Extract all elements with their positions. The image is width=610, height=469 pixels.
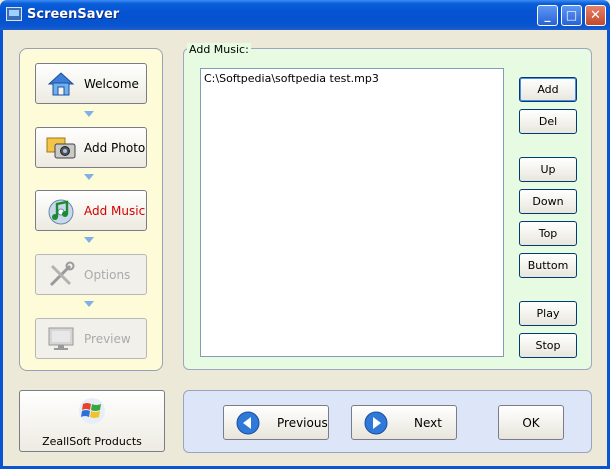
music-cd-icon — [48, 199, 74, 225]
minimize-button[interactable]: _ — [537, 5, 558, 26]
flow-arrow-icon — [84, 174, 94, 180]
zeallsoft-products-button[interactable]: ZeallSoft Products — [19, 390, 165, 452]
ok-label: OK — [522, 416, 540, 430]
app-window: ScreenSaver _ □ ✕ Welcome Add Photo Add … — [0, 0, 610, 469]
nav-add-music-label: Add Music — [84, 204, 146, 218]
nav-welcome-button[interactable]: Welcome — [35, 63, 147, 104]
nav-add-photo-label: Add Photo — [84, 141, 146, 155]
nav-preview-label: Preview — [84, 332, 131, 346]
windows-logo-icon — [79, 398, 105, 424]
window-border-left — [0, 30, 3, 469]
monitor-icon — [48, 327, 74, 350]
nav-add-music-button[interactable]: Add Music — [35, 190, 147, 231]
nav-add-photo-button[interactable]: Add Photo — [35, 127, 147, 168]
arrow-left-icon — [236, 411, 260, 435]
flow-arrow-icon — [84, 237, 94, 243]
next-button[interactable]: Next — [351, 405, 457, 440]
music-file-list[interactable]: C:\Softpedia\softpedia test.mp3 — [200, 68, 504, 357]
nav-preview-button[interactable]: Preview — [35, 318, 147, 359]
previous-button[interactable]: Previous — [223, 405, 329, 440]
camera-icon — [46, 137, 76, 159]
previous-label: Previous — [277, 416, 328, 430]
nav-welcome-label: Welcome — [84, 77, 139, 91]
maximize-button[interactable]: □ — [561, 5, 582, 26]
tools-icon — [49, 261, 75, 287]
list-item[interactable]: C:\Softpedia\softpedia test.mp3 — [204, 72, 379, 85]
nav-options-label: Options — [84, 268, 131, 282]
add-music-group: Add Music: C:\Softpedia\softpedia test.m… — [183, 43, 592, 370]
title-bar[interactable]: ScreenSaver _ □ ✕ — [0, 0, 610, 30]
up-button[interactable]: Up — [519, 157, 577, 182]
navigation-panel: Welcome Add Photo Add Music Options Prev… — [19, 48, 163, 371]
flow-arrow-icon — [84, 111, 94, 117]
window-title: ScreenSaver — [27, 7, 120, 22]
house-icon — [47, 72, 75, 96]
app-icon — [6, 7, 22, 21]
nav-options-button[interactable]: Options — [35, 254, 147, 295]
del-button[interactable]: Del — [519, 109, 577, 134]
ok-button[interactable]: OK — [498, 405, 564, 440]
products-label: ZeallSoft Products — [42, 435, 142, 448]
bottom-button[interactable]: Buttom — [519, 253, 577, 278]
close-button[interactable]: ✕ — [585, 5, 606, 26]
bottom-navigation-panel: Previous Next OK — [183, 390, 592, 453]
down-button[interactable]: Down — [519, 189, 577, 214]
flow-arrow-icon — [84, 301, 94, 307]
next-label: Next — [414, 416, 442, 430]
top-button[interactable]: Top — [519, 221, 577, 246]
play-button[interactable]: Play — [519, 301, 577, 326]
add-music-legend: Add Music: — [187, 43, 251, 56]
add-button[interactable]: Add — [519, 77, 577, 102]
stop-button[interactable]: Stop — [519, 333, 577, 358]
arrow-right-icon — [364, 411, 388, 435]
